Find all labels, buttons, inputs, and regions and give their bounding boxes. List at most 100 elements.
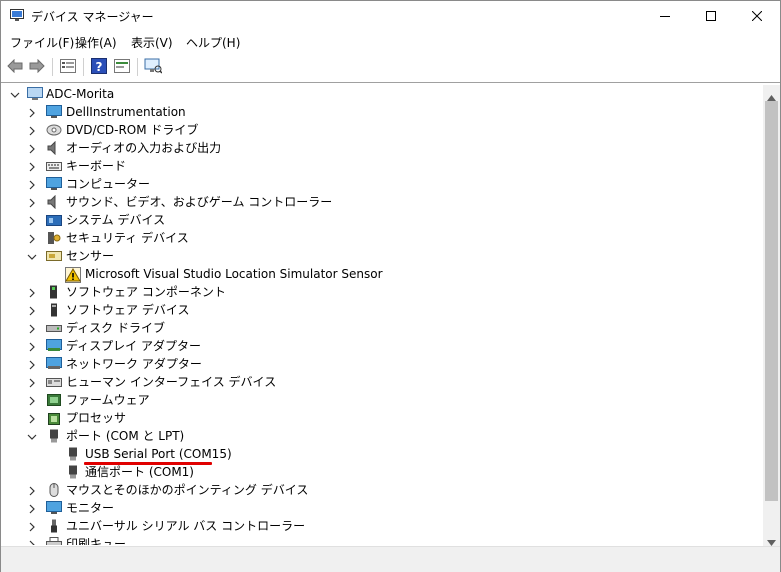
software-component-icon	[46, 285, 62, 299]
properties-icon	[60, 58, 76, 76]
tree-root[interactable]: ADC-Morita	[1, 85, 762, 103]
chevron-down-icon[interactable]	[27, 251, 37, 261]
tree-item[interactable]: ディスク ドライブ	[1, 319, 762, 337]
tree-item-label: ファームウェア	[66, 393, 150, 407]
tree-child-item[interactable]: 通信ポート (COM1)	[1, 463, 762, 481]
chevron-right-icon[interactable]	[27, 377, 37, 388]
tree-item[interactable]: キーボード	[1, 157, 762, 175]
update-driver-icon	[114, 58, 130, 76]
tree-item-label: マウスとそのほかのポインティング デバイス	[66, 483, 309, 497]
scan-hardware-button[interactable]	[144, 58, 163, 77]
tree-item[interactable]: ポート (COM と LPT)	[1, 427, 762, 445]
tree-item[interactable]: ディスプレイ アダプター	[1, 337, 762, 355]
tree-item-label: Microsoft Visual Studio Location Simulat…	[85, 267, 383, 281]
scrollbar-thumb[interactable]	[765, 101, 778, 501]
tree-item[interactable]: センサー	[1, 247, 762, 265]
printer-icon	[46, 537, 62, 545]
red-underline-annotation	[84, 462, 212, 465]
chevron-right-icon[interactable]	[27, 179, 37, 190]
device-tree[interactable]: ADC-Morita DellInstrumentation DVD/CD-ROM…	[1, 85, 762, 545]
tree-item-label: DVD/CD-ROM ドライブ	[66, 123, 199, 137]
tree-item[interactable]: システム デバイス	[1, 211, 762, 229]
tree-item[interactable]: ユニバーサル シリアル バス コントローラー	[1, 517, 762, 535]
firmware-icon	[46, 393, 62, 407]
chevron-right-icon[interactable]	[27, 305, 37, 316]
tree-item[interactable]: セキュリティ デバイス	[1, 229, 762, 247]
chevron-right-icon[interactable]	[27, 485, 37, 496]
menu-action[interactable]: 操作(A)	[75, 34, 117, 51]
tree-item[interactable]: ヒューマン インターフェイス デバイス	[1, 373, 762, 391]
forward-button[interactable]	[28, 58, 46, 76]
tree-item[interactable]: サウンド、ビデオ、およびゲーム コントローラー	[1, 193, 762, 211]
scan-hardware-icon	[144, 58, 163, 77]
chevron-right-icon[interactable]	[27, 287, 37, 298]
computer-icon	[46, 177, 62, 191]
toolbar: ?	[1, 54, 780, 81]
vertical-scrollbar[interactable]	[763, 85, 780, 546]
close-button[interactable]	[734, 1, 780, 31]
hid-icon	[46, 375, 62, 389]
tree-item[interactable]: プロセッサ	[1, 409, 762, 427]
chevron-right-icon[interactable]	[27, 323, 37, 334]
svg-text:?: ?	[96, 60, 103, 74]
chevron-right-icon[interactable]	[27, 539, 37, 545]
chevron-down-icon[interactable]	[27, 431, 37, 441]
tree-item-label: 印刷キュー	[66, 537, 127, 545]
chevron-right-icon[interactable]	[27, 107, 37, 118]
help-icon: ?	[91, 57, 107, 77]
maximize-button[interactable]	[688, 1, 734, 31]
update-driver-button[interactable]	[113, 58, 131, 76]
chevron-right-icon[interactable]	[27, 215, 37, 226]
tree-item[interactable]: ファームウェア	[1, 391, 762, 409]
computer-icon	[27, 87, 43, 101]
warning-sensor-icon	[65, 267, 81, 283]
menu-view[interactable]: 表示(V)	[131, 34, 173, 51]
chevron-right-icon[interactable]	[27, 503, 37, 514]
chevron-right-icon[interactable]	[27, 161, 37, 172]
usb-icon	[46, 519, 62, 533]
tree-item[interactable]: ソフトウェア デバイス	[1, 301, 762, 319]
chevron-right-icon[interactable]	[27, 197, 37, 208]
properties-button[interactable]	[59, 58, 77, 76]
tree-item[interactable]: モニター	[1, 499, 762, 517]
help-button[interactable]: ?	[90, 57, 108, 77]
minimize-icon	[660, 11, 670, 21]
back-button[interactable]	[6, 58, 24, 76]
chevron-right-icon[interactable]	[27, 359, 37, 370]
tree-item[interactable]: オーディオの入力および出力	[1, 139, 762, 157]
chevron-right-icon[interactable]	[27, 233, 37, 244]
tree-item[interactable]: コンピューター	[1, 175, 762, 193]
chevron-right-icon[interactable]	[27, 143, 37, 154]
scroll-down-arrow-icon[interactable]	[767, 535, 776, 546]
chevron-right-icon[interactable]	[27, 413, 37, 424]
sensor-icon	[46, 249, 62, 263]
chevron-right-icon[interactable]	[27, 395, 37, 406]
window-title: デバイス マネージャー	[31, 10, 154, 24]
close-icon	[752, 11, 762, 21]
title-bar[interactable]: デバイス マネージャー	[1, 1, 780, 31]
tree-item[interactable]: ネットワーク アダプター	[1, 355, 762, 373]
chevron-right-icon[interactable]	[27, 341, 37, 352]
port-icon	[65, 465, 81, 479]
chevron-down-icon[interactable]	[10, 89, 20, 99]
chevron-right-icon[interactable]	[27, 125, 37, 136]
disc-icon	[46, 123, 62, 137]
software-device-icon	[46, 303, 62, 317]
chevron-right-icon[interactable]	[27, 521, 37, 532]
menu-help[interactable]: ヘルプ(H)	[186, 34, 240, 51]
maximize-icon	[706, 11, 716, 21]
scroll-up-arrow-icon[interactable]	[767, 90, 776, 101]
tree-item[interactable]: DVD/CD-ROM ドライブ	[1, 121, 762, 139]
disk-drive-icon	[46, 321, 62, 335]
tree-child-item[interactable]: USB Serial Port (COM15)	[1, 445, 762, 463]
tree-item[interactable]: マウスとそのほかのポインティング デバイス	[1, 481, 762, 499]
tree-item-label: 通信ポート (COM1)	[85, 465, 194, 479]
tree-item-label: DellInstrumentation	[66, 105, 186, 119]
tree-item[interactable]: DellInstrumentation	[1, 103, 762, 121]
tree-item[interactable]: ソフトウェア コンポーネント	[1, 283, 762, 301]
minimize-button[interactable]	[642, 1, 688, 31]
tree-child-item[interactable]: Microsoft Visual Studio Location Simulat…	[1, 265, 762, 283]
tree-item[interactable]: 印刷キュー	[1, 535, 762, 545]
menu-file[interactable]: ファイル(F)	[10, 34, 74, 51]
system-folder-icon	[46, 213, 62, 227]
